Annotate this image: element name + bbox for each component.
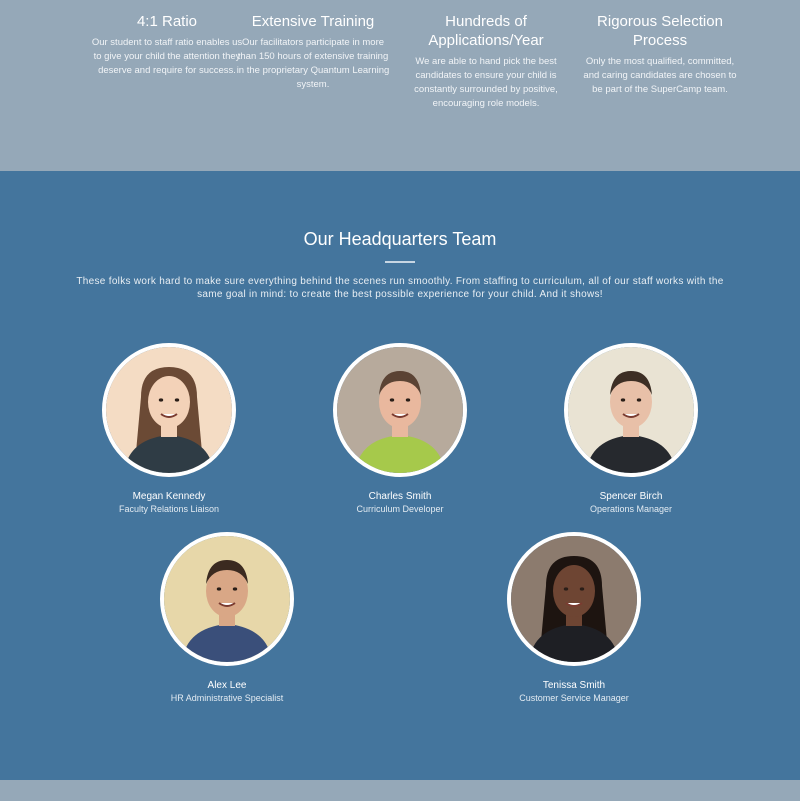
- section-description: These folks work hard to make sure every…: [76, 276, 724, 300]
- features-section: 4:1 Ratio Our student to staff ratio ena…: [0, 0, 800, 171]
- member-role: HR Administrative Specialist: [170, 693, 284, 703]
- section-title: Our Headquarters Team: [303, 229, 497, 249]
- team-member-card: Charles Smith Curriculum Developer: [300, 343, 500, 514]
- member-name: Tenissa Smith: [542, 680, 606, 691]
- member-role: Customer Service Manager: [519, 693, 629, 703]
- member-photo: [102, 343, 236, 477]
- member-role: Faculty Relations Liaison: [118, 504, 220, 514]
- feature-text: Only the most qualified, committed, and …: [583, 56, 737, 95]
- headquarters-team-section: Our Headquarters Team These folks work h…: [0, 171, 800, 780]
- team-member-card: Tenissa Smith Customer Service Manager: [474, 532, 674, 703]
- footer-strip: [0, 780, 800, 801]
- member-photo: [333, 343, 467, 477]
- member-role: Curriculum Developer: [356, 504, 444, 514]
- team-member-card: Alex Lee HR Administrative Specialist: [127, 532, 327, 703]
- title-divider: [385, 261, 415, 263]
- member-photo: [160, 532, 294, 666]
- member-photo: [507, 532, 641, 666]
- member-role: Operations Manager: [589, 504, 673, 514]
- portrait-illustration: [164, 536, 290, 662]
- member-name: Spencer Birch: [599, 491, 663, 502]
- member-name: Charles Smith: [368, 491, 432, 502]
- portrait-illustration: [106, 347, 232, 473]
- member-name: Megan Kennedy: [132, 491, 206, 502]
- portrait-illustration: [568, 347, 694, 473]
- portrait-illustration: [337, 347, 463, 473]
- portrait-illustration: [511, 536, 637, 662]
- team-member-card: Megan Kennedy Faculty Relations Liaison: [69, 343, 269, 514]
- team-member-card: Spencer Birch Operations Manager: [531, 343, 731, 514]
- member-name: Alex Lee: [207, 680, 247, 691]
- member-photo: [564, 343, 698, 477]
- feature-selection: Rigorous Selection Process Only the most …: [550, 12, 770, 97]
- feature-title: Rigorous Selection Process: [597, 13, 723, 49]
